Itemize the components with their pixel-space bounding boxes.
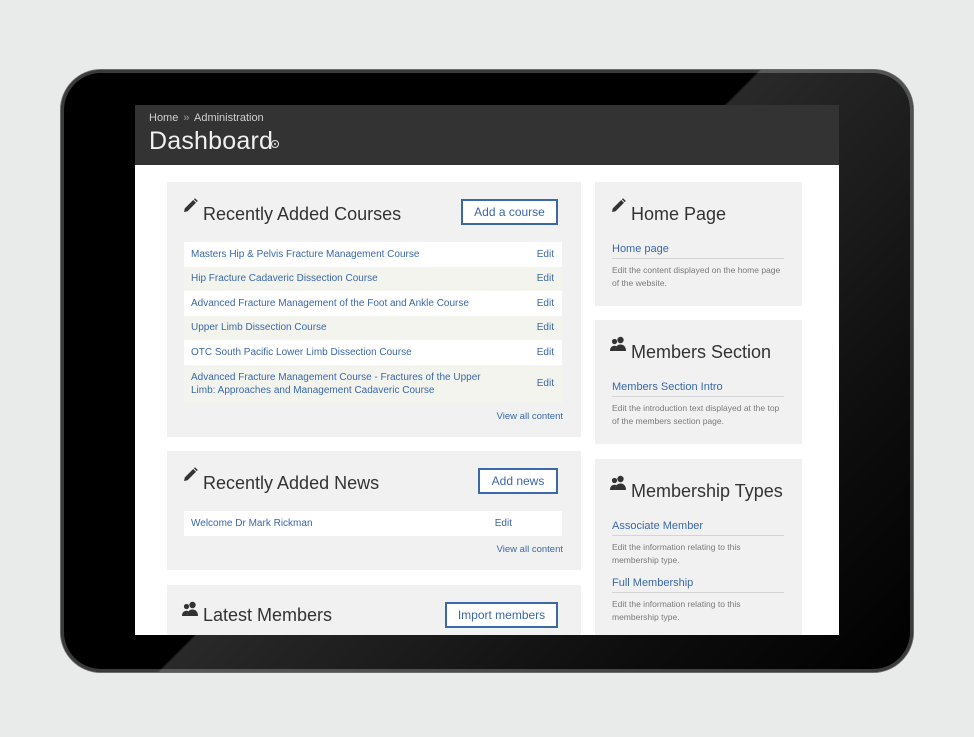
pencil-icon <box>184 198 198 212</box>
edit-link[interactable]: Edit <box>537 298 554 309</box>
members-panel: Latest Members Import members <box>167 585 581 635</box>
home-page-title: Home Page <box>631 204 727 224</box>
edit-link[interactable]: Edit <box>537 347 554 358</box>
breadcrumb-administration[interactable]: Administration <box>194 112 264 124</box>
list-item[interactable]: Welcome Dr Mark Rickman Edit <box>184 511 562 536</box>
pencil-icon <box>184 467 198 481</box>
news-panel: Recently Added News Add news Welcome Dr … <box>167 451 581 570</box>
home-page-panel: Home Page Home page Edit the content dis… <box>595 182 802 306</box>
membership-types-panel: Membership Types Associate Member Edit t… <box>595 459 802 635</box>
edit-link[interactable]: Edit <box>537 322 554 333</box>
list-item[interactable]: Advanced Fracture Management Course - Fr… <box>184 364 562 403</box>
home-page-description: Edit the content displayed on the home p… <box>612 265 781 288</box>
course-title[interactable]: Advanced Fracture Management Course - Fr… <box>191 371 501 397</box>
users-icon <box>182 601 198 616</box>
view-all-news-link[interactable]: View all content <box>497 544 563 555</box>
home-page-link[interactable]: Home page <box>612 243 784 259</box>
membership-type-description: Edit the information relating to this me… <box>612 599 741 622</box>
news-title: Recently Added News <box>203 473 380 493</box>
membership-type-link[interactable]: Associate Member <box>612 520 784 536</box>
add-course-button[interactable]: Add a course <box>461 199 558 225</box>
view-all-courses-link[interactable]: View all content <box>497 411 563 422</box>
membership-types-title: Membership Types <box>631 481 783 501</box>
tablet-frame: Home » Administration Dashboard Recently… <box>61 70 913 672</box>
members-section-title: Members Section <box>631 342 772 362</box>
list-item[interactable]: Hip Fracture Cadaveric Dissection Course… <box>184 266 562 291</box>
import-members-button[interactable]: Import members <box>445 602 558 628</box>
course-title[interactable]: Upper Limb Dissection Course <box>191 322 327 333</box>
breadcrumb-home[interactable]: Home <box>149 112 178 124</box>
breadcrumb: Home » Administration <box>149 112 264 124</box>
add-news-button[interactable]: Add news <box>478 468 558 494</box>
list-item[interactable]: Upper Limb Dissection Course Edit <box>184 315 562 340</box>
breadcrumb-separator: » <box>183 112 190 124</box>
courses-title: Recently Added Courses <box>203 204 402 224</box>
page-header: Home » Administration Dashboard <box>135 105 839 165</box>
edit-link[interactable]: Edit <box>537 378 554 389</box>
course-title[interactable]: Hip Fracture Cadaveric Dissection Course <box>191 273 378 284</box>
membership-type-link[interactable]: Full Membership <box>612 577 784 593</box>
members-section-panel: Members Section Members Section Intro Ed… <box>595 320 802 444</box>
membership-type-description: Edit the information relating to this me… <box>612 542 741 565</box>
course-title[interactable]: Masters Hip & Pelvis Fracture Management… <box>191 249 419 260</box>
edit-link[interactable]: Edit <box>495 518 512 529</box>
pencil-icon <box>612 198 626 212</box>
course-title[interactable]: Advanced Fracture Management of the Foot… <box>191 298 469 309</box>
edit-link[interactable]: Edit <box>537 249 554 260</box>
list-item[interactable]: Advanced Fracture Management of the Foot… <box>184 291 562 316</box>
news-item-title[interactable]: Welcome Dr Mark Rickman <box>191 518 313 529</box>
courses-panel: Recently Added Courses Add a course Mast… <box>167 182 581 437</box>
users-icon <box>610 336 626 351</box>
users-icon <box>610 475 626 490</box>
course-title[interactable]: OTC South Pacific Lower Limb Dissection … <box>191 347 412 358</box>
members-section-link[interactable]: Members Section Intro <box>612 381 784 397</box>
page-title: Dashboard <box>149 127 274 155</box>
members-title: Latest Members <box>203 605 333 625</box>
list-item[interactable]: OTC South Pacific Lower Limb Dissection … <box>184 340 562 365</box>
members-section-description: Edit the introduction text displayed at … <box>612 403 780 426</box>
courses-list: Masters Hip & Pelvis Fracture Management… <box>184 242 562 403</box>
list-item[interactable]: Masters Hip & Pelvis Fracture Management… <box>184 242 562 267</box>
settings-icon[interactable] <box>271 140 279 148</box>
screen: Home » Administration Dashboard Recently… <box>135 105 839 635</box>
news-list: Welcome Dr Mark Rickman Edit <box>184 511 562 536</box>
edit-link[interactable]: Edit <box>537 273 554 284</box>
